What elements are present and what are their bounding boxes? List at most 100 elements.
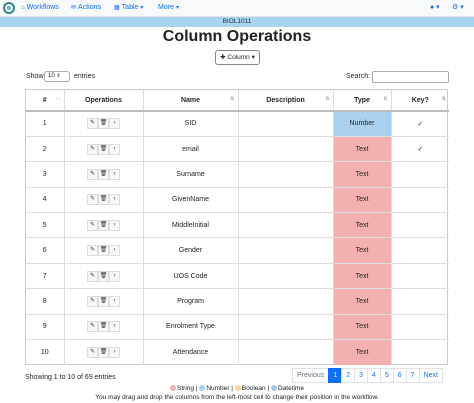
chevron-right-icon[interactable]: › xyxy=(109,270,120,282)
page-button[interactable]: 1 xyxy=(328,368,343,383)
edit-icon[interactable]: ✎ xyxy=(87,295,98,307)
columns-table: # ↑↓ Operations Name ⇅ Description ⇅ Type ⇅ … xyxy=(25,89,449,365)
entries-label: entries xyxy=(74,73,96,80)
sort-icon: ⇅ xyxy=(383,96,388,102)
row-type: Text xyxy=(332,212,391,238)
row-number[interactable]: 3 xyxy=(26,161,64,188)
trash-icon[interactable]: 🗑 xyxy=(98,118,109,130)
showing-info: Showing 1 to 10 of 69 entries xyxy=(25,374,116,381)
chevron-right-icon[interactable]: › xyxy=(109,143,120,155)
chevron-right-icon[interactable]: › xyxy=(109,346,120,358)
legend-separator: | xyxy=(267,385,270,392)
trash-icon[interactable]: 🗑 xyxy=(98,270,109,282)
chevron-right-icon[interactable]: › xyxy=(109,168,120,180)
row-description xyxy=(237,212,333,238)
row-name: Attendance xyxy=(142,339,238,365)
row-operations: ✎ 🗑 › xyxy=(63,186,143,213)
table-row[interactable]: 9 ✎ 🗑 › Enrolment Type Text xyxy=(26,313,449,340)
app-logo-icon[interactable] xyxy=(3,2,15,14)
gear-icon[interactable]: ⚙ ▾ xyxy=(452,3,464,11)
header-type[interactable]: Type ⇅ xyxy=(332,90,391,112)
edit-icon[interactable]: ✎ xyxy=(87,321,98,333)
trash-icon[interactable]: 🗑 xyxy=(98,346,109,358)
row-number[interactable]: 9 xyxy=(26,313,64,340)
user-icon[interactable]: ● ▾ xyxy=(430,3,440,11)
row-number[interactable]: 2 xyxy=(26,135,64,162)
edit-icon[interactable]: ✎ xyxy=(87,245,98,257)
table-row[interactable]: 5 ✎ 🗑 › MiddleInitial Text xyxy=(26,212,449,238)
search-input[interactable] xyxy=(372,71,449,83)
edit-icon[interactable]: ✎ xyxy=(87,346,98,358)
chevron-down-icon: ▾ xyxy=(140,5,144,11)
table-row[interactable]: 10 ✎ 🗑 › Attendance Text xyxy=(26,339,449,365)
chevron-right-icon[interactable]: › xyxy=(109,245,120,257)
header-num[interactable]: # ↑↓ xyxy=(26,90,64,112)
row-key: ✓ xyxy=(390,135,449,162)
trash-icon[interactable]: 🗑 xyxy=(98,321,109,333)
row-number[interactable]: 8 xyxy=(26,288,64,315)
edit-icon[interactable]: ✎ xyxy=(87,118,98,130)
table-row[interactable]: 4 ✎ 🗑 › GivenName Text xyxy=(26,186,449,213)
edit-icon[interactable]: ✎ xyxy=(87,270,98,282)
add-column-button[interactable]: ✚ Column ▾ xyxy=(215,50,260,65)
row-name: UOS Code xyxy=(142,262,238,289)
nav-workflows[interactable]: ⌂ Workflows xyxy=(21,4,59,11)
header-key[interactable]: Key? ⇅ xyxy=(390,90,449,112)
row-number[interactable]: 10 xyxy=(26,339,64,365)
nav-table[interactable]: ▦ Table ▾ xyxy=(114,4,143,11)
trash-icon[interactable]: 🗑 xyxy=(98,295,109,307)
table-row[interactable]: 2 ✎ 🗑 › email Text ✓ xyxy=(26,135,449,162)
chevron-right-icon[interactable]: › xyxy=(109,219,120,231)
chevron-right-icon[interactable]: › xyxy=(109,118,120,130)
header-description-label: Description xyxy=(266,96,305,104)
row-description xyxy=(237,135,333,162)
row-number[interactable]: 1 xyxy=(26,110,64,137)
row-key xyxy=(390,186,449,213)
page-button[interactable]: 2 xyxy=(341,368,356,383)
page-button[interactable]: 6 xyxy=(392,368,407,383)
trash-icon[interactable]: 🗑 xyxy=(98,219,109,231)
row-operations: ✎ 🗑 › xyxy=(63,313,143,340)
row-type: Text xyxy=(332,262,391,289)
edit-icon[interactable]: ✎ xyxy=(87,194,98,206)
header-description[interactable]: Description ⇅ xyxy=(237,90,333,112)
table-row[interactable]: 6 ✎ 🗑 › Gender Text xyxy=(26,237,449,264)
nav-actions-label: Actions xyxy=(78,4,101,11)
trash-icon[interactable]: 🗑 xyxy=(98,245,109,257)
row-number[interactable]: 7 xyxy=(26,262,64,289)
page-button[interactable]: 5 xyxy=(379,368,394,383)
row-operations: ✎ 🗑 › xyxy=(63,237,143,264)
legend-boolean: Boolean xyxy=(241,385,266,392)
row-number[interactable]: 4 xyxy=(26,186,64,213)
nav-actions[interactable]: ✉ Actions xyxy=(71,4,101,11)
row-number[interactable]: 5 xyxy=(26,212,64,238)
page-button[interactable]: 3 xyxy=(354,368,368,383)
table-row[interactable]: 1 ✎ 🗑 › SID Number ✓ xyxy=(26,110,449,137)
table-row[interactable]: 8 ✎ 🗑 › Program Text xyxy=(26,288,449,315)
edit-icon[interactable]: ✎ xyxy=(87,143,98,155)
page-button[interactable]: 7 xyxy=(405,368,420,383)
row-key xyxy=(390,262,449,289)
table-row[interactable]: 7 ✎ 🗑 › UOS Code Text xyxy=(26,262,449,289)
table-row[interactable]: 3 ✎ 🗑 › Surname Text xyxy=(26,161,449,188)
page-button[interactable]: 4 xyxy=(366,368,381,383)
next-page-button[interactable]: Next xyxy=(418,368,443,383)
table-icon: ▦ xyxy=(114,5,120,11)
trash-icon[interactable]: 🗑 xyxy=(98,143,109,155)
chevron-right-icon[interactable]: › xyxy=(109,295,120,307)
chevron-right-icon[interactable]: › xyxy=(109,194,120,206)
header-num-label: # xyxy=(42,96,47,104)
edit-icon[interactable]: ✎ xyxy=(87,219,98,231)
nav-table-label: Table xyxy=(121,4,139,11)
row-number[interactable]: 6 xyxy=(26,237,64,264)
header-name[interactable]: Name ⇅ xyxy=(142,90,238,112)
trash-icon[interactable]: 🗑 xyxy=(98,168,109,180)
footer-note: You may drag and drop the columns from t… xyxy=(95,394,379,401)
trash-icon[interactable]: 🗑 xyxy=(98,194,109,206)
chevron-right-icon[interactable]: › xyxy=(109,321,120,333)
row-operations: ✎ 🗑 › xyxy=(63,339,143,365)
edit-icon[interactable]: ✎ xyxy=(87,168,98,180)
entries-select[interactable]: 10 ⇕ xyxy=(44,71,70,82)
previous-page-button[interactable]: Previous xyxy=(292,368,330,383)
nav-more[interactable]: More ▾ xyxy=(158,4,179,11)
